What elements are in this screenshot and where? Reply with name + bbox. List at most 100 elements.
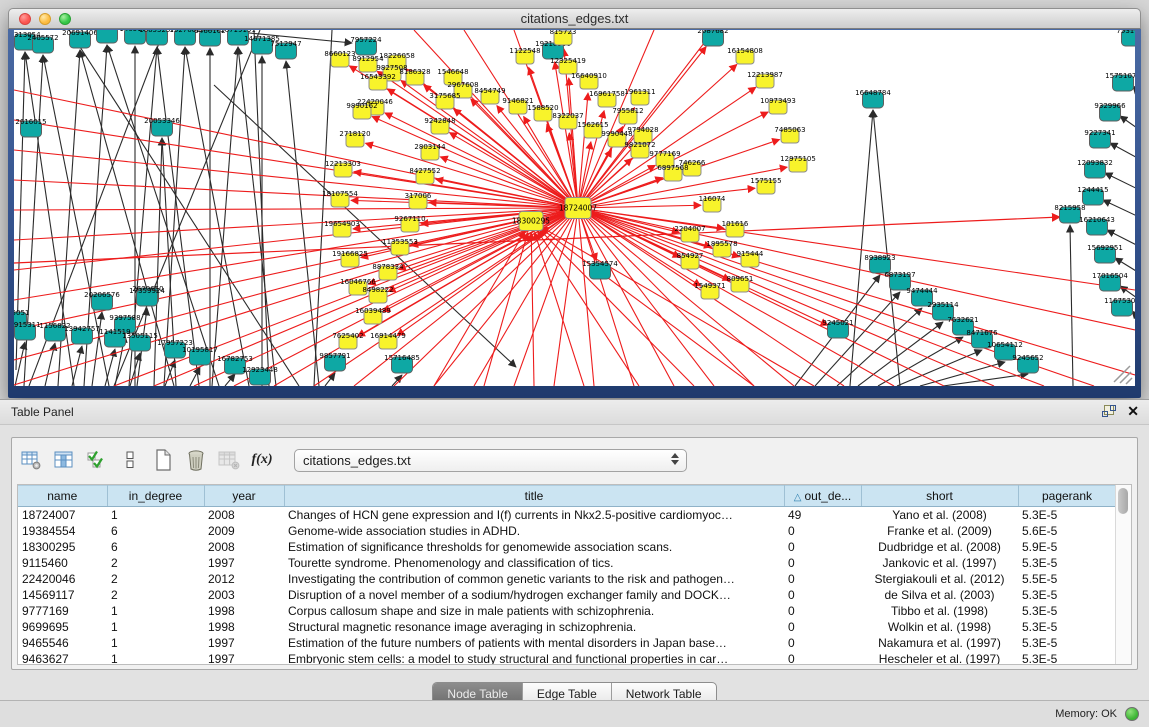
network-node[interactable]: 809651 <box>727 275 754 292</box>
table-row[interactable]: 977716911998Corpus callosum shape and si… <box>18 603 1116 619</box>
column-header-name[interactable]: name <box>18 486 107 507</box>
network-node[interactable]: 7625402 <box>332 332 363 349</box>
network-node[interactable]: 12093832 <box>1077 159 1113 178</box>
network-node[interactable]: 12213987 <box>747 71 783 88</box>
table-cell[interactable]: 1997 <box>204 651 284 665</box>
memory-ok-indicator[interactable] <box>1125 707 1139 721</box>
close-panel-icon[interactable]: ✕ <box>1127 404 1139 418</box>
network-node[interactable]: 9915311 <box>14 321 41 340</box>
table-row[interactable]: 1456911722003Disruption of a novel membe… <box>18 587 1116 603</box>
network-node[interactable]: 16039489 <box>355 307 391 324</box>
table-cell[interactable]: 5.3E-5 <box>1018 651 1116 665</box>
table-cell[interactable]: 0 <box>784 635 861 651</box>
table-cell[interactable]: 0 <box>784 571 861 587</box>
table-row[interactable]: 911546021997Tourette syndrome. Phenomeno… <box>18 555 1116 571</box>
network-node[interactable]: 13942757 <box>64 325 100 344</box>
network-node[interactable]: 16914479 <box>370 332 406 349</box>
table-cell[interactable]: 18724007 <box>18 507 107 524</box>
table-cell[interactable]: Estimation of significance thresholds fo… <box>284 539 784 555</box>
table-scrollbar[interactable] <box>1115 485 1131 664</box>
network-node[interactable]: 9857791 <box>319 352 350 371</box>
table-cell[interactable]: 0 <box>784 523 861 539</box>
table-cell[interactable]: Yano et al. (2008) <box>861 507 1018 524</box>
network-node[interactable]: 101616 <box>722 220 749 237</box>
table-cell[interactable]: 9463627 <box>18 651 107 665</box>
network-node[interactable]: 16210643 <box>1079 216 1115 235</box>
table-cell[interactable]: 5.9E-5 <box>1018 539 1116 555</box>
network-node[interactable]: 8660123 <box>324 50 355 67</box>
table-cell[interactable]: Investigating the contribution of common… <box>284 571 784 587</box>
resize-grip[interactable] <box>1114 366 1132 384</box>
table-cell[interactable]: Franke et al. (2009) <box>861 523 1018 539</box>
column-header-year[interactable]: year <box>204 486 284 507</box>
table-cell[interactable]: Tibbo et al. (1998) <box>861 603 1018 619</box>
network-canvas[interactable]: 9313054240557220691406881305414051721065… <box>14 30 1135 386</box>
table-cell[interactable]: 1 <box>107 603 204 619</box>
clear-selection-icon[interactable] <box>119 449 141 471</box>
network-node[interactable]: 15716485 <box>384 354 420 373</box>
network-node[interactable]: 8498222 <box>362 286 393 303</box>
network-node[interactable]: 1549371 <box>694 282 725 299</box>
network-node[interactable]: 1961311 <box>624 88 655 105</box>
table-cell[interactable]: 1 <box>107 635 204 651</box>
window-titlebar[interactable]: citations_edges.txt <box>8 8 1141 29</box>
table-cell[interactable]: 2 <box>107 555 204 571</box>
table-settings-icon[interactable] <box>20 449 42 471</box>
table-cell[interactable]: Embryonic stem cells: a model to study s… <box>284 651 784 665</box>
table-cell[interactable]: 5.3E-5 <box>1018 619 1116 635</box>
table-cell[interactable]: 2012 <box>204 571 284 587</box>
table-cell[interactable]: 5.3E-5 <box>1018 635 1116 651</box>
show-columns-icon[interactable] <box>53 449 75 471</box>
network-node[interactable]: 19166825 <box>332 250 368 267</box>
network-node[interactable]: 2718120 <box>339 130 370 147</box>
network-node[interactable]: 15751074 <box>1105 72 1135 91</box>
table-row[interactable]: 1830029562008Estimation of significance … <box>18 539 1116 555</box>
table-cell[interactable]: 9777169 <box>18 603 107 619</box>
table-cell[interactable]: 5.3E-5 <box>1018 587 1116 603</box>
network-node[interactable]: 1122548 <box>509 47 540 64</box>
table-cell[interactable]: 2003 <box>204 587 284 603</box>
table-cell[interactable]: 19384554 <box>18 523 107 539</box>
table-cell[interactable]: 2 <box>107 587 204 603</box>
network-node[interactable]: 18107554 <box>322 190 358 207</box>
network-node[interactable]: 815723 <box>550 30 577 45</box>
table-cell[interactable]: Jankovic et al. (1997) <box>861 555 1018 571</box>
table-cell[interactable]: 2 <box>107 571 204 587</box>
network-node[interactable]: 11675304 <box>1104 297 1135 316</box>
network-node[interactable]: 2087682 <box>697 30 728 46</box>
table-cell[interactable]: Estimation of the future numbers of pati… <box>284 635 784 651</box>
table-cell[interactable]: Genome-wide association studies in ADHD. <box>284 523 784 539</box>
network-node[interactable]: 9245021 <box>822 319 853 338</box>
table-cell[interactable]: 14569117 <box>18 587 107 603</box>
network-node[interactable]: 2616015 <box>15 118 46 137</box>
table-cell[interactable]: 1997 <box>204 555 284 571</box>
table-cell[interactable]: Wolkin et al. (1998) <box>861 619 1018 635</box>
network-node[interactable]: 10195817 <box>182 346 218 365</box>
table-cell[interactable]: Changes of HCN gene expression and I(f) … <box>284 507 784 524</box>
table-cell[interactable]: 0 <box>784 619 861 635</box>
network-node[interactable]: 12213303 <box>325 160 361 177</box>
column-header-out-de-[interactable]: △out_de... <box>784 486 861 507</box>
table-cell[interactable]: Nakamura et al. (1997) <box>861 635 1018 651</box>
float-panel-icon[interactable] <box>1102 405 1114 417</box>
network-node[interactable]: 7531114 <box>1116 30 1135 46</box>
network-node[interactable]: 116074 <box>699 195 726 212</box>
table-cell[interactable]: 5.3E-5 <box>1018 555 1116 571</box>
network-node[interactable]: 9242848 <box>424 117 455 134</box>
table-cell[interactable]: 0 <box>784 603 861 619</box>
delete-entries-icon[interactable] <box>185 449 207 471</box>
table-cell[interactable]: 1997 <box>204 635 284 651</box>
table-cell[interactable]: 1998 <box>204 603 284 619</box>
memory-status-button[interactable]: Memory: OK <box>1055 708 1117 720</box>
table-cell[interactable]: 6 <box>107 539 204 555</box>
network-node[interactable]: 9329966 <box>1094 102 1126 121</box>
table-cell[interactable]: 49 <box>784 507 861 524</box>
column-header-title[interactable]: title <box>284 486 784 507</box>
table-cell[interactable]: 5.3E-5 <box>1018 507 1116 524</box>
table-cell[interactable]: Corpus callosum shape and size in male p… <box>284 603 784 619</box>
table-cell[interactable]: 0 <box>784 555 861 571</box>
network-node[interactable]: 16648784 <box>855 89 891 108</box>
network-node[interactable]: 16154808 <box>727 47 763 64</box>
network-node[interactable]: 15354574 <box>582 260 618 279</box>
network-node[interactable]: 1575155 <box>750 177 781 194</box>
